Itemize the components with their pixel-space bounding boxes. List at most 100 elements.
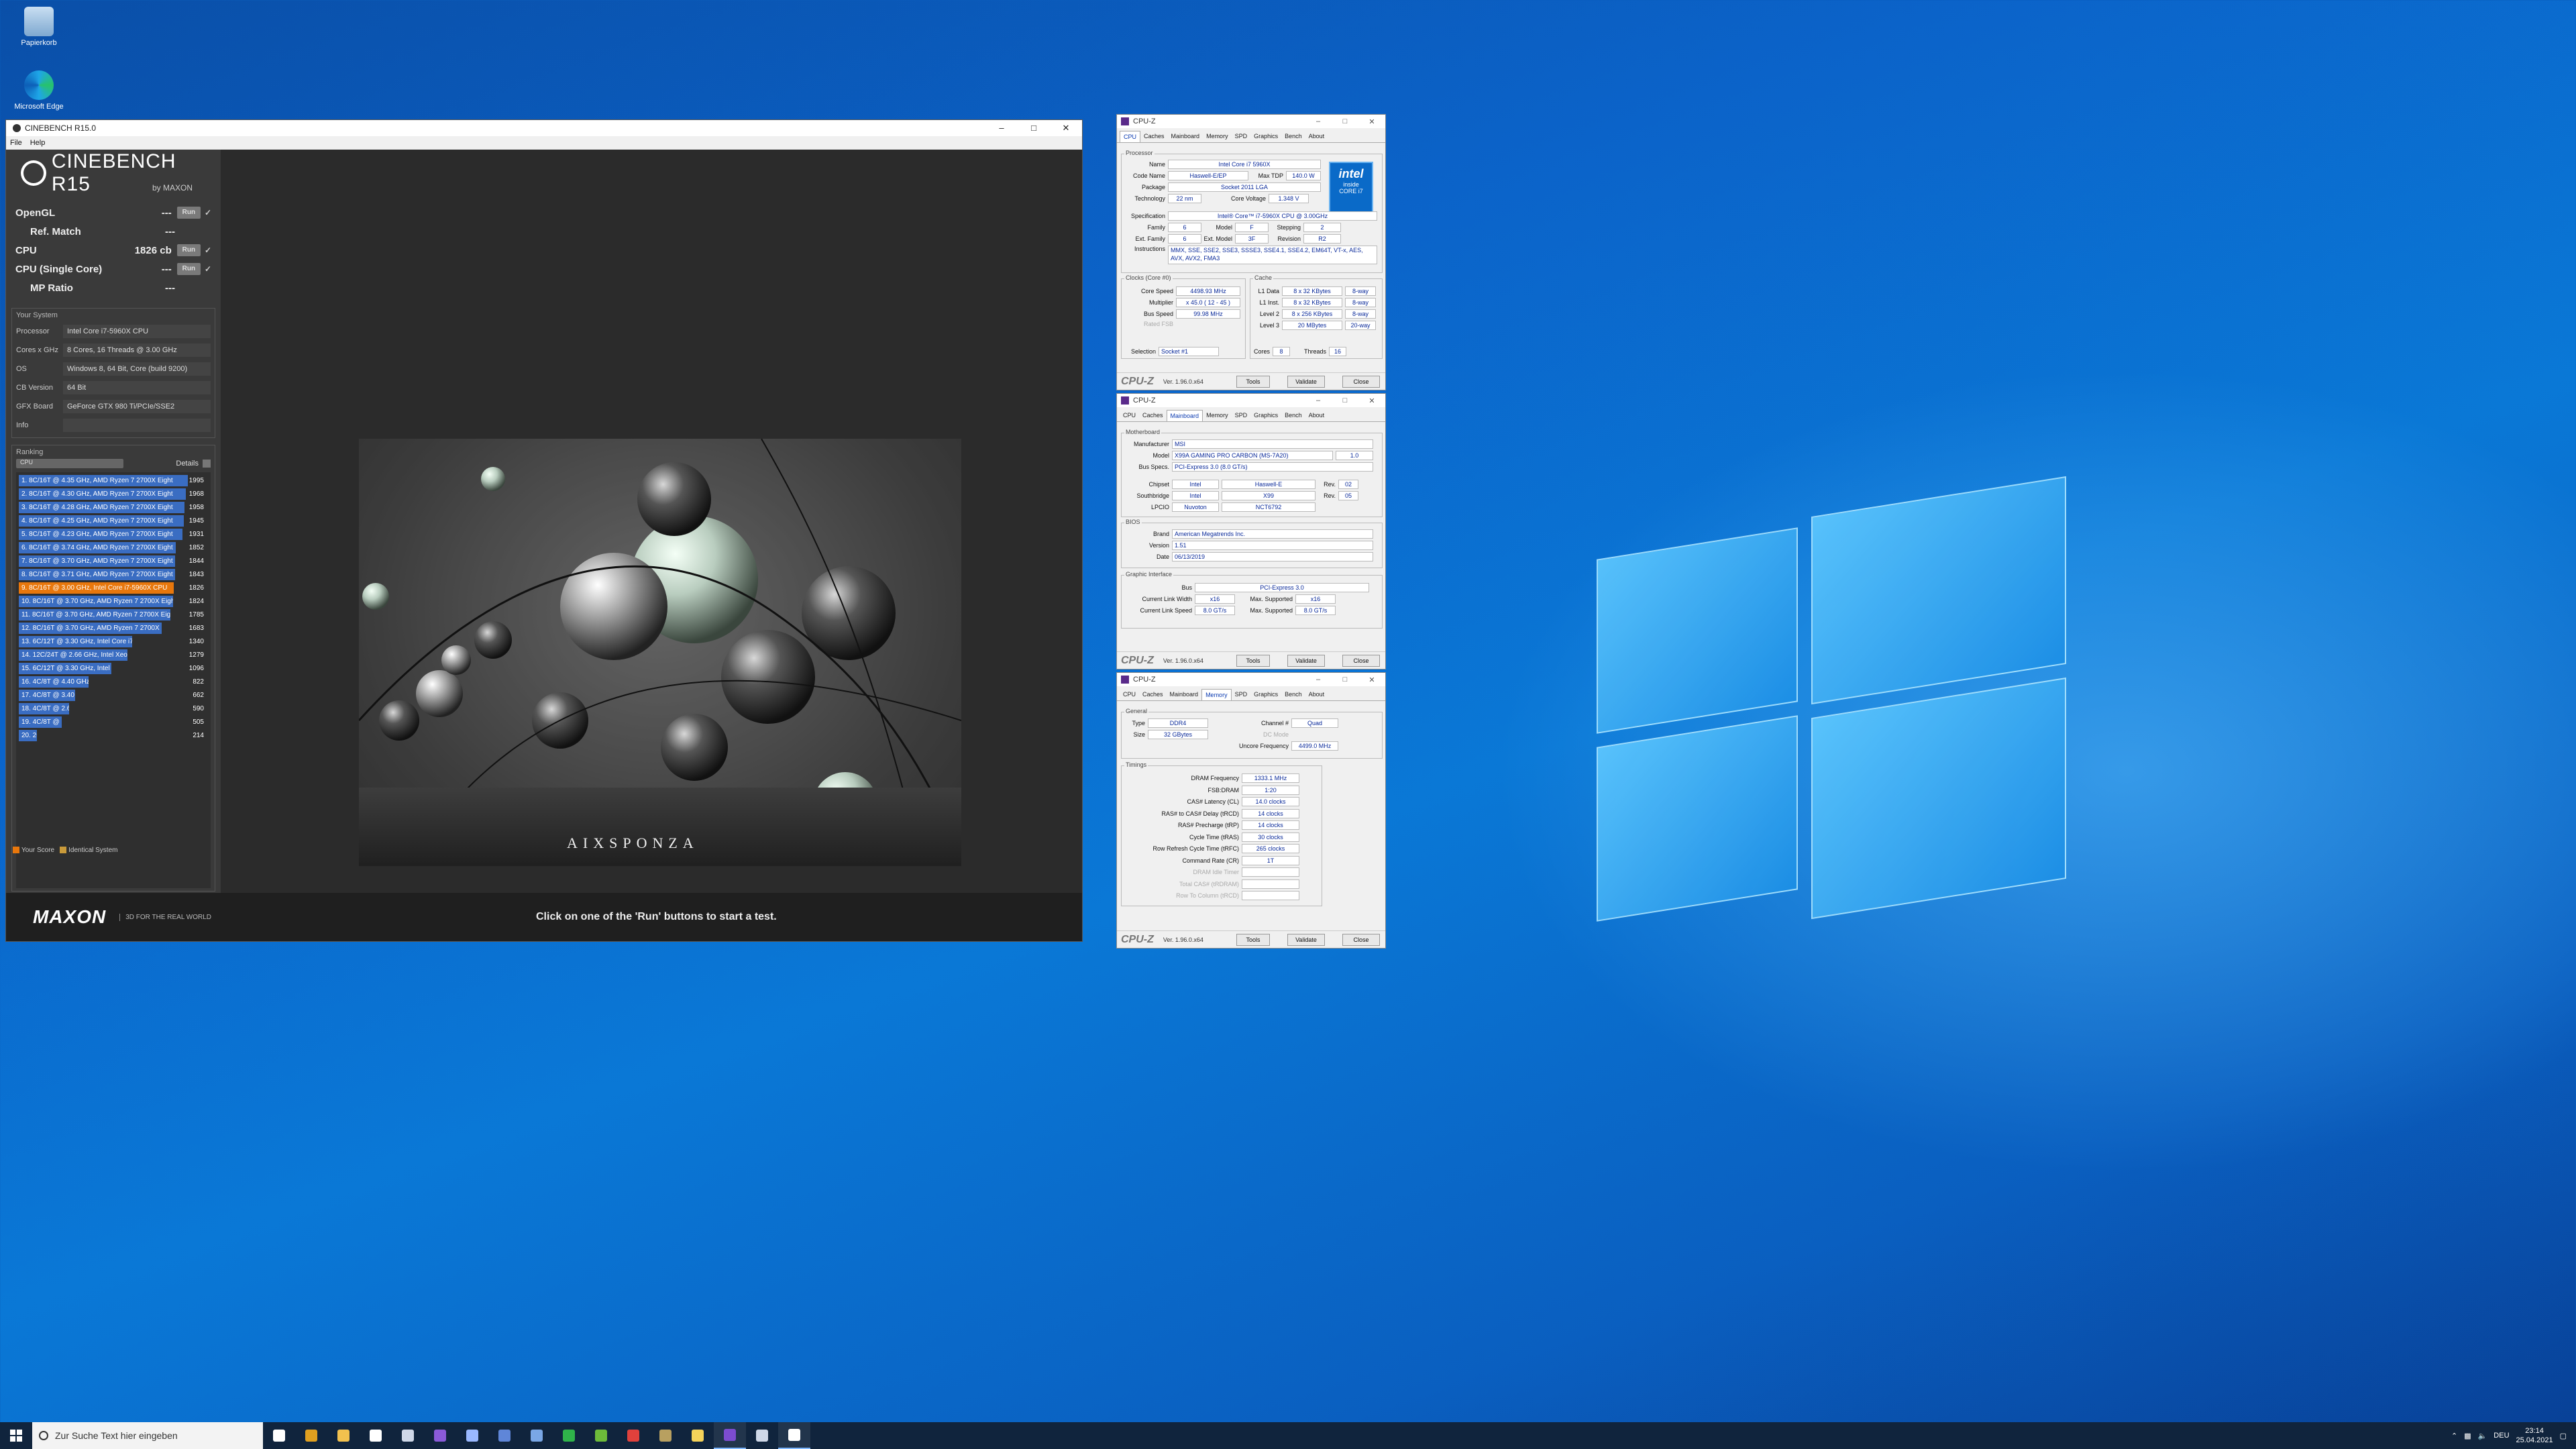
tab-mainboard[interactable]: Mainboard	[1167, 689, 1202, 700]
ranking-row[interactable]: 13. 6C/12T @ 3.30 GHz, Intel Core i7-582…	[19, 635, 208, 648]
close-button[interactable]: Close	[1342, 933, 1380, 946]
close-button[interactable]: Close	[1342, 654, 1380, 667]
ranking-list[interactable]: 1. 8C/16T @ 4.35 GHz, AMD Ryzen 7 2700X …	[16, 472, 211, 888]
tab-caches[interactable]: Caches	[1139, 689, 1167, 700]
tray-chevron-icon[interactable]: ⌃	[2451, 1432, 2457, 1440]
taskbar-app-button[interactable]	[424, 1422, 456, 1449]
taskbar-app-button[interactable]	[456, 1422, 488, 1449]
tab-spd[interactable]: SPD	[1232, 410, 1251, 421]
volume-icon[interactable]: 🔈	[2478, 1432, 2487, 1440]
close-button[interactable]: Close	[1342, 375, 1380, 388]
ranking-select[interactable]: CPU	[16, 459, 123, 468]
tools-button[interactable]: Tools	[1236, 654, 1270, 667]
input-language[interactable]: DEU	[2493, 1432, 2509, 1440]
ranking-row[interactable]: 9. 8C/16T @ 3.00 GHz, Intel Core i7-5960…	[19, 581, 208, 594]
run-button[interactable]: Run	[176, 244, 201, 256]
taskbar-app-button[interactable]	[263, 1422, 295, 1449]
tab-cpu[interactable]: CPU	[1120, 689, 1139, 700]
ranking-row[interactable]: 19. 4C/8T @ 2.79 GHz, Intel Core i7-3840…	[19, 715, 208, 729]
minimize-button[interactable]: –	[1305, 676, 1332, 684]
ranking-row[interactable]: 17. 4C/8T @ 3.40 GHz, Intel Core i7-3770…	[19, 688, 208, 702]
minimize-button[interactable]: –	[985, 123, 1018, 133]
tab-about[interactable]: About	[1305, 410, 1328, 421]
taskbar-app-button[interactable]	[488, 1422, 521, 1449]
minimize-button[interactable]: –	[1305, 396, 1332, 405]
clock[interactable]: 23:14 25.04.2021	[2516, 1426, 2553, 1445]
desktop-icon-recycle-bin[interactable]: Papierkorb	[5, 7, 72, 47]
taskbar-app-button[interactable]	[553, 1422, 585, 1449]
tab-memory[interactable]: Memory	[1201, 689, 1232, 700]
tab-cpu[interactable]: CPU	[1120, 131, 1141, 142]
tab-graphics[interactable]: Graphics	[1250, 410, 1281, 421]
run-button[interactable]: Run	[176, 263, 201, 275]
ranking-row[interactable]: 12. 8C/16T @ 3.70 GHz, AMD Ryzen 7 2700X…	[19, 621, 208, 635]
tab-bench[interactable]: Bench	[1281, 689, 1305, 700]
tools-button[interactable]: Tools	[1236, 375, 1270, 388]
tab-about[interactable]: About	[1305, 131, 1328, 142]
desktop-icon-edge[interactable]: Microsoft Edge	[5, 70, 72, 111]
taskbar-app-button[interactable]	[521, 1422, 553, 1449]
network-icon[interactable]: ▩	[2464, 1432, 2471, 1440]
maximize-button[interactable]: □	[1018, 123, 1050, 133]
cpuz-titlebar[interactable]: CPU-Z – □ ✕	[1117, 673, 1385, 686]
tab-cpu[interactable]: CPU	[1120, 410, 1139, 421]
close-button[interactable]: ✕	[1358, 117, 1385, 126]
ranking-row[interactable]: 18. 4C/8T @ 2.60 GHz, Intel Core i7-3720…	[19, 702, 208, 715]
cpuz-titlebar[interactable]: CPU-Z – □ ✕	[1117, 394, 1385, 407]
close-button[interactable]: ✕	[1358, 676, 1385, 684]
taskbar-app-button[interactable]	[327, 1422, 360, 1449]
taskbar-app-button[interactable]	[746, 1422, 778, 1449]
menu-file[interactable]: File	[10, 139, 22, 147]
socket-select[interactable]: Socket #1	[1159, 347, 1219, 356]
tab-memory[interactable]: Memory	[1203, 131, 1232, 142]
taskbar-app-button[interactable]	[682, 1422, 714, 1449]
taskbar-app-button[interactable]	[585, 1422, 617, 1449]
taskbar-app-button[interactable]	[714, 1422, 746, 1449]
tab-spd[interactable]: SPD	[1232, 689, 1251, 700]
maximize-button[interactable]: □	[1332, 396, 1358, 405]
ranking-row[interactable]: 8. 8C/16T @ 3.71 GHz, AMD Ryzen 7 2700X …	[19, 568, 208, 581]
ranking-row[interactable]: 5. 8C/16T @ 4.23 GHz, AMD Ryzen 7 2700X …	[19, 527, 208, 541]
menu-help[interactable]: Help	[30, 139, 46, 147]
close-button[interactable]: ✕	[1050, 123, 1082, 133]
tab-graphics[interactable]: Graphics	[1250, 131, 1281, 142]
ranking-row[interactable]: 4. 8C/16T @ 4.25 GHz, AMD Ryzen 7 2700X …	[19, 514, 208, 527]
tab-bench[interactable]: Bench	[1281, 410, 1305, 421]
ranking-row[interactable]: 16. 4C/8T @ 4.40 GHz, Intel Core i7-4770…	[19, 675, 208, 688]
ranking-row[interactable]: 6. 8C/16T @ 3.74 GHz, AMD Ryzen 7 2700X …	[19, 541, 208, 554]
minimize-button[interactable]: –	[1305, 117, 1332, 126]
validate-button[interactable]: Validate	[1287, 933, 1325, 946]
ranking-row[interactable]: 20. 2C/4T @ 1.70 GHz, Intel Core i5-3317…	[19, 729, 208, 742]
taskbar-app-button[interactable]	[778, 1422, 810, 1449]
taskbar-app-button[interactable]	[392, 1422, 424, 1449]
tab-graphics[interactable]: Graphics	[1250, 689, 1281, 700]
details-toggle-icon[interactable]	[203, 460, 211, 468]
tab-memory[interactable]: Memory	[1203, 410, 1232, 421]
ranking-row[interactable]: 1. 8C/16T @ 4.35 GHz, AMD Ryzen 7 2700X …	[19, 474, 208, 487]
start-button[interactable]	[0, 1422, 32, 1449]
validate-button[interactable]: Validate	[1287, 375, 1325, 388]
details-button[interactable]: Details	[176, 460, 199, 468]
tab-spd[interactable]: SPD	[1232, 131, 1251, 142]
ranking-row[interactable]: 11. 8C/16T @ 3.70 GHz, AMD Ryzen 7 2700X…	[19, 608, 208, 621]
cpuz-titlebar[interactable]: CPU-Z – □ ✕	[1117, 115, 1385, 128]
taskbar-app-button[interactable]	[295, 1422, 327, 1449]
run-button[interactable]: Run	[176, 207, 201, 219]
close-button[interactable]: ✕	[1358, 396, 1385, 405]
taskbar-search[interactable]: Zur Suche Text hier eingeben	[32, 1422, 263, 1449]
ranking-row[interactable]: 14. 12C/24T @ 2.66 GHz, Intel Xeon CPU X…	[19, 648, 208, 661]
taskbar-app-button[interactable]	[649, 1422, 682, 1449]
ranking-row[interactable]: 15. 6C/12T @ 3.30 GHz, Intel Core i7-393…	[19, 661, 208, 675]
tab-caches[interactable]: Caches	[1139, 410, 1167, 421]
maximize-button[interactable]: □	[1332, 676, 1358, 684]
taskbar-app-button[interactable]	[360, 1422, 392, 1449]
ranking-row[interactable]: 10. 8C/16T @ 3.70 GHz, AMD Ryzen 7 2700X…	[19, 594, 208, 608]
cinebench-titlebar[interactable]: CINEBENCH R15.0 – □ ✕	[6, 120, 1082, 136]
maximize-button[interactable]: □	[1332, 117, 1358, 126]
ranking-row[interactable]: 3. 8C/16T @ 4.28 GHz, AMD Ryzen 7 2700X …	[19, 500, 208, 514]
tab-mainboard[interactable]: Mainboard	[1168, 131, 1203, 142]
tab-about[interactable]: About	[1305, 689, 1328, 700]
tab-mainboard[interactable]: Mainboard	[1166, 410, 1203, 421]
ranking-row[interactable]: 2. 8C/16T @ 4.30 GHz, AMD Ryzen 7 2700X …	[19, 487, 208, 500]
validate-button[interactable]: Validate	[1287, 654, 1325, 667]
